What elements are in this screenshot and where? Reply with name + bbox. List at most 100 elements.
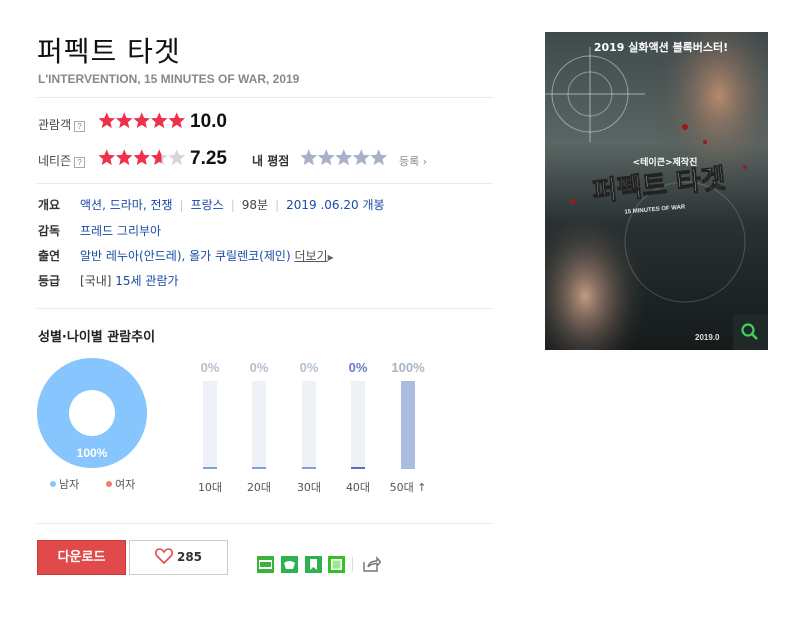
movie-subtitle: L'INTERVENTION, 15 MINUTES OF WAR, 2019 <box>38 72 300 86</box>
age-column-40: 0% 40대 <box>338 360 378 495</box>
cast-link[interactable]: 알반 레누아(안드레), 올가 쿠릴렌코(제인) <box>80 249 291 263</box>
poster-tagline: 2019 실화액션 블록버스터! <box>594 40 728 54</box>
age-bar-fill <box>351 467 365 469</box>
my-rating-star-filled <box>370 149 387 165</box>
age-column-20: 0% 20대 <box>239 360 279 495</box>
poster-zoom-button[interactable] <box>733 315 768 350</box>
like-count: 285 <box>176 550 203 564</box>
blog-icon[interactable] <box>257 556 274 573</box>
female-dot <box>106 481 112 487</box>
age-label: 10대 <box>197 481 223 494</box>
pie-percent-label: 100% <box>77 446 108 460</box>
male-dot <box>50 481 56 487</box>
grade-link[interactable]: 15세 관람가 <box>115 274 178 288</box>
download-button[interactable]: 다운로드 <box>37 540 126 575</box>
age-column-30: 0% 30대 <box>289 360 329 495</box>
audience-rating-label: 관람객? <box>38 116 86 133</box>
poster-image: 2019 실화액션 블록버스터! <테이큰>제작진 퍼펙트 타겟 15 MINU… <box>545 32 768 350</box>
age-label: 30대 <box>296 481 322 494</box>
netizen-label-text: 네티즌 <box>38 154 72 168</box>
heart-icon <box>154 548 173 565</box>
help-icon[interactable]: ? <box>74 121 86 132</box>
share-icon[interactable] <box>362 556 382 573</box>
cast-more-link[interactable]: 더보기 <box>294 249 327 263</box>
caret-right-icon: ▶ <box>327 253 334 262</box>
age-bar-track <box>203 381 217 469</box>
cast-row: 알반 레누아(안드레), 올가 쿠릴렌코(제인) 더보기▶ <box>80 247 334 264</box>
like-button[interactable]: 285 <box>129 540 228 575</box>
audience-star-filled <box>168 112 185 128</box>
help-icon[interactable]: ? <box>74 157 86 168</box>
register-rating-link[interactable]: 등록 › <box>399 153 427 169</box>
gender-pie-chart: 100% <box>37 358 147 468</box>
pie-hole <box>69 390 115 436</box>
legend-male: 남자 <box>50 476 79 492</box>
age-pct: 100% <box>391 360 425 375</box>
separator: | <box>230 198 235 212</box>
release-date-link[interactable]: 2019 .06.20 개봉 <box>286 198 384 212</box>
director-link[interactable]: 프레드 그리부아 <box>80 222 161 239</box>
genres-link[interactable]: 액션, 드라마, 전쟁 <box>80 198 173 212</box>
runtime: 98분 <box>241 198 269 212</box>
netizen-star-filled <box>116 149 133 165</box>
legend-female: 여자 <box>106 476 135 492</box>
netizen-star-empty <box>168 149 185 165</box>
bookmark-icon[interactable] <box>305 556 322 573</box>
netizen-star-filled <box>98 149 115 165</box>
age-bar-fill <box>302 467 316 469</box>
age-pct: 0% <box>299 360 319 375</box>
age-label: 50대 ↑ <box>388 479 428 495</box>
netizen-rating-label: 네티즌? <box>38 152 86 169</box>
trend-section-title: 성별·나이별 관람추이 <box>38 330 156 345</box>
audience-stars <box>98 112 185 128</box>
age-bar-fill <box>203 467 217 469</box>
audience-score: 10.0 <box>190 111 227 132</box>
age-bar-fill <box>252 467 266 469</box>
age-pct: 0% <box>348 360 368 375</box>
cafe-icon[interactable] <box>281 556 298 573</box>
age-bar-track <box>401 381 415 469</box>
female-label: 여자 <box>115 478 136 491</box>
separator: | <box>275 198 280 212</box>
memo-icon[interactable] <box>328 556 345 573</box>
divider <box>37 183 493 184</box>
my-rating-star-filled <box>335 149 352 165</box>
netizen-stars <box>98 149 185 165</box>
netizen-score: 7.25 <box>190 148 227 169</box>
cast-key: 출연 <box>38 249 61 263</box>
audience-star-filled <box>151 112 168 128</box>
arrow-up-icon: ↑ <box>413 481 427 494</box>
chevron-right-icon: › <box>419 155 428 168</box>
poster-date: 2019.0 <box>695 333 720 342</box>
country-link[interactable]: 프랑스 <box>191 198 224 212</box>
separator: | <box>179 198 184 212</box>
age-bar-track <box>252 381 266 469</box>
age-bar-track <box>302 381 316 469</box>
age-bar-fill <box>401 381 415 469</box>
my-rating-star-filled <box>300 149 317 165</box>
overview-key: 개요 <box>38 198 61 212</box>
divider <box>37 308 493 309</box>
age-label-text: 50대 <box>389 481 414 494</box>
grade-key: 등급 <box>38 274 61 288</box>
divider <box>37 523 493 524</box>
audience-star-filled <box>133 112 150 128</box>
divider <box>37 97 493 98</box>
my-rating-label: 내 평점 <box>252 154 290 168</box>
age-column-50: 100% 50대 ↑ <box>388 360 428 495</box>
male-label: 남자 <box>59 478 80 491</box>
age-pct: 0% <box>200 360 220 375</box>
movie-poster[interactable]: 2019 실화액션 블록버스터! <테이큰>제작진 퍼펙트 타겟 15 MINU… <box>545 32 768 350</box>
magnifier-icon <box>741 323 758 340</box>
my-rating-star-filled <box>318 149 335 165</box>
divider <box>352 557 353 572</box>
age-label: 40대 <box>345 481 371 494</box>
register-label: 등록 <box>399 155 420 168</box>
audience-star-filled <box>98 112 115 128</box>
audience-label-text: 관람객 <box>38 118 72 132</box>
age-column-10: 0% 10대 <box>190 360 230 495</box>
my-rating-stars[interactable] <box>300 149 388 167</box>
audience-star-filled <box>116 112 133 128</box>
age-bar-track <box>351 381 365 469</box>
director-key: 감독 <box>38 224 61 238</box>
